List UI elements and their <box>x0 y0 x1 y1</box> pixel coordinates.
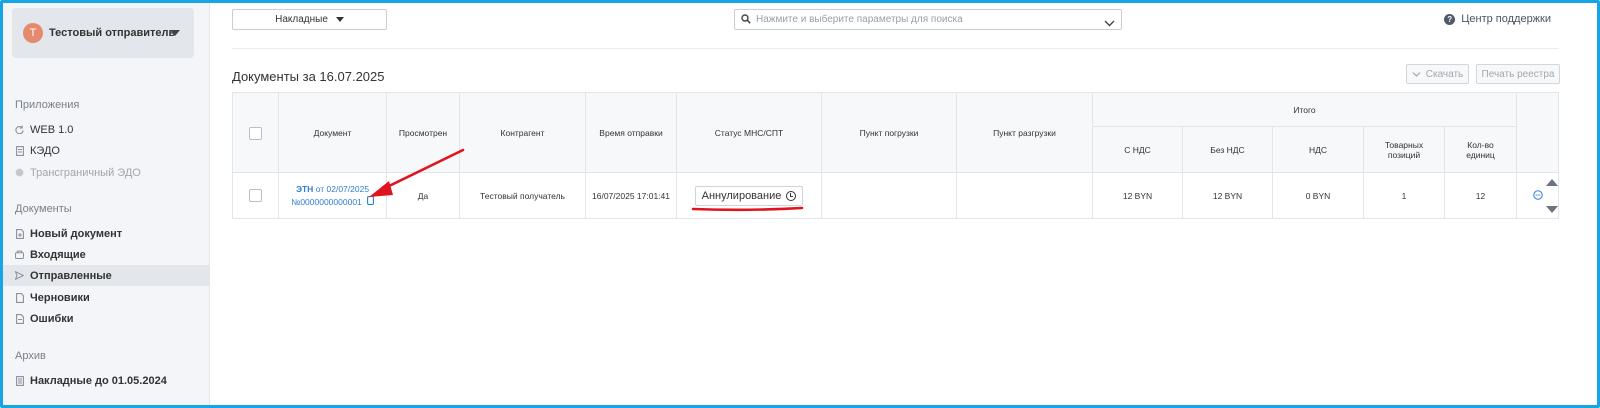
row-checkbox[interactable] <box>249 189 262 202</box>
divider <box>232 48 1559 49</box>
page-title: Документы за 16.07.2025 <box>232 69 385 84</box>
sidebar-item-kedo[interactable]: КЭДО <box>3 140 209 161</box>
header-loading-point: Пункт погрузки <box>822 93 957 173</box>
document-number-link[interactable]: №0000000000001 <box>291 195 374 209</box>
error-document-icon <box>15 313 24 324</box>
sidebar-item-label: Входящие <box>30 248 86 261</box>
clock-icon <box>786 190 797 201</box>
document-type: ЭТН <box>295 183 314 194</box>
avatar: Т <box>23 23 43 43</box>
sidebar-item-label: КЭДО <box>30 144 60 157</box>
chevron-down-icon <box>1412 71 1421 77</box>
sidebar-item-label: WEB 1.0 <box>30 123 74 136</box>
cell-units: 12 <box>1445 173 1517 218</box>
header-total: Итого <box>1093 93 1517 127</box>
document-number: №0000000000001 <box>291 196 362 207</box>
scroll-up-arrow[interactable] <box>1545 178 1559 187</box>
chevron-down-icon[interactable] <box>1104 15 1115 33</box>
header-without-vat: Без НДС <box>1183 127 1273 173</box>
sender-selector[interactable]: Т Тестовый отправитель <box>12 8 194 58</box>
sidebar-item-label: Ошибки <box>30 312 74 325</box>
select-all-checkbox[interactable] <box>249 126 262 140</box>
cell-unloading-point <box>957 173 1093 218</box>
document-link[interactable]: ЭТН от 02/07/2025 <box>296 183 369 196</box>
header-unloading-point: Пункт разгрузки <box>957 93 1093 173</box>
caret-down-icon <box>335 17 344 22</box>
header-send-time: Время отправки <box>586 93 677 173</box>
document-icon <box>15 145 24 156</box>
cell-vat: 0 BYN <box>1273 173 1364 218</box>
sidebar-item-cross-border[interactable]: Трансграничный ЭДО <box>3 162 209 183</box>
annotation-underline <box>691 206 804 212</box>
header-vat: НДС <box>1273 127 1364 173</box>
sidebar-item-web[interactable]: WEB 1.0 <box>3 119 209 140</box>
support-center-link[interactable]: ? Центр поддержки <box>1444 13 1551 25</box>
document-type-value: Накладные <box>275 14 328 25</box>
inbox-icon <box>15 250 24 260</box>
cell-loading-point <box>822 173 957 218</box>
globe-icon <box>15 168 24 178</box>
header-actions <box>1517 93 1558 173</box>
sidebar-item-errors[interactable]: Ошибки <box>3 308 209 329</box>
header-with-vat: С НДС <box>1093 127 1183 173</box>
refresh-icon <box>15 125 24 135</box>
header-status: Статус МНС/СПТ <box>677 93 822 173</box>
cell-send-time: 16/07/2025 17:01:41 <box>586 173 677 218</box>
sidebar: Т Тестовый отправитель Приложения WEB 1.… <box>3 3 210 405</box>
header-items: Товарных позиций <box>1364 127 1445 173</box>
status-label: Аннулирование <box>701 189 782 202</box>
cell-items: 1 <box>1364 173 1445 218</box>
header-units: Кол-во единиц <box>1445 127 1517 173</box>
sidebar-item-label: Новый документ <box>30 227 123 240</box>
section-title-apps: Приложения <box>15 99 80 111</box>
download-button[interactable]: Скачать <box>1406 64 1469 84</box>
sidebar-item-drafts[interactable]: Черновики <box>3 287 209 308</box>
sidebar-item-archive-waybills[interactable]: Накладные до 01.05.2024 <box>3 370 209 391</box>
annotation-arrow <box>369 148 465 197</box>
print-register-label: Печать реестра <box>1481 68 1555 80</box>
sidebar-item-label: Трансграничный ЭДО <box>30 166 141 179</box>
search-icon <box>741 11 751 29</box>
header-select-all <box>233 93 279 173</box>
support-label: Центр поддержки <box>1461 13 1551 25</box>
sidebar-item-inbox[interactable]: Входящие <box>3 244 209 265</box>
scroll-down-arrow[interactable] <box>1545 205 1559 214</box>
print-register-button[interactable]: Печать реестра <box>1476 64 1560 84</box>
sidebar-item-label: Отправленные <box>30 269 112 282</box>
row-select <box>233 173 279 218</box>
document-date: от 02/07/2025 <box>315 183 370 194</box>
sidebar-item-label: Черновики <box>30 291 90 304</box>
sidebar-item-sent[interactable]: Отправленные <box>3 265 209 286</box>
sidebar-item-label: Накладные до 01.05.2024 <box>30 374 167 387</box>
search-field[interactable] <box>734 9 1122 30</box>
send-icon <box>15 271 24 281</box>
header-counterparty: Контрагент <box>460 93 586 173</box>
new-document-icon <box>15 228 24 239</box>
draft-icon <box>15 292 24 303</box>
app-frame: Т Тестовый отправитель Приложения WEB 1.… <box>0 0 1600 408</box>
help-icon: ? <box>1444 13 1456 25</box>
search-input[interactable] <box>756 14 1096 25</box>
sender-name: Тестовый отправитель <box>49 27 176 39</box>
download-label: Скачать <box>1425 68 1464 80</box>
section-title-documents: Документы <box>15 203 72 215</box>
cell-without-vat: 12 BYN <box>1183 173 1273 218</box>
cell-counterparty: Тестовый получатель <box>460 173 586 218</box>
cell-with-vat: 12 BYN <box>1093 173 1183 218</box>
archive-icon <box>15 375 24 386</box>
more-options-icon[interactable] <box>1532 189 1543 202</box>
sidebar-item-new-document[interactable]: Новый документ <box>3 223 209 244</box>
section-title-archive: Архив <box>15 350 46 362</box>
document-type-dropdown[interactable]: Накладные <box>232 9 387 30</box>
status-badge[interactable]: Аннулирование <box>694 185 804 206</box>
caret-down-icon <box>170 30 180 36</box>
